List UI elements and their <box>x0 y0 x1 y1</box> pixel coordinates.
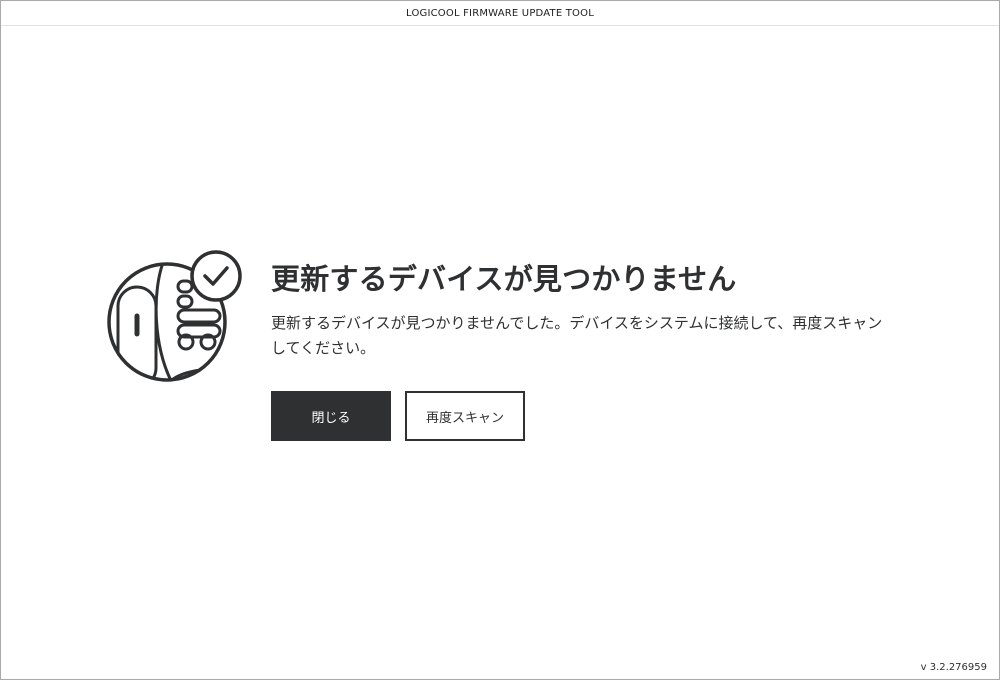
action-buttons: 閉じる 再度スキャン <box>271 391 891 441</box>
app-title: LOGICOOL FIRMWARE UPDATE TOOL <box>406 7 594 19</box>
close-button[interactable]: 閉じる <box>271 391 391 441</box>
message-panel: 更新するデバイスが見つかりません 更新するデバイスが見つかりませんでした。デバイ… <box>271 261 891 441</box>
page-description: 更新するデバイスが見つかりませんでした。デバイスをシステムに接続して、再度スキャ… <box>271 314 883 357</box>
devices-with-checkmark-icon <box>104 250 244 390</box>
page-title: 更新するデバイスが見つかりません <box>271 262 737 296</box>
version-label: v 3.2.276959 <box>920 662 987 673</box>
title-bar[interactable]: LOGICOOL FIRMWARE UPDATE TOOL <box>1 1 999 26</box>
rescan-button[interactable]: 再度スキャン <box>405 391 525 441</box>
app-window: LOGICOOL FIRMWARE UPDATE TOOL 更新するデバイスが見… <box>0 0 1000 680</box>
